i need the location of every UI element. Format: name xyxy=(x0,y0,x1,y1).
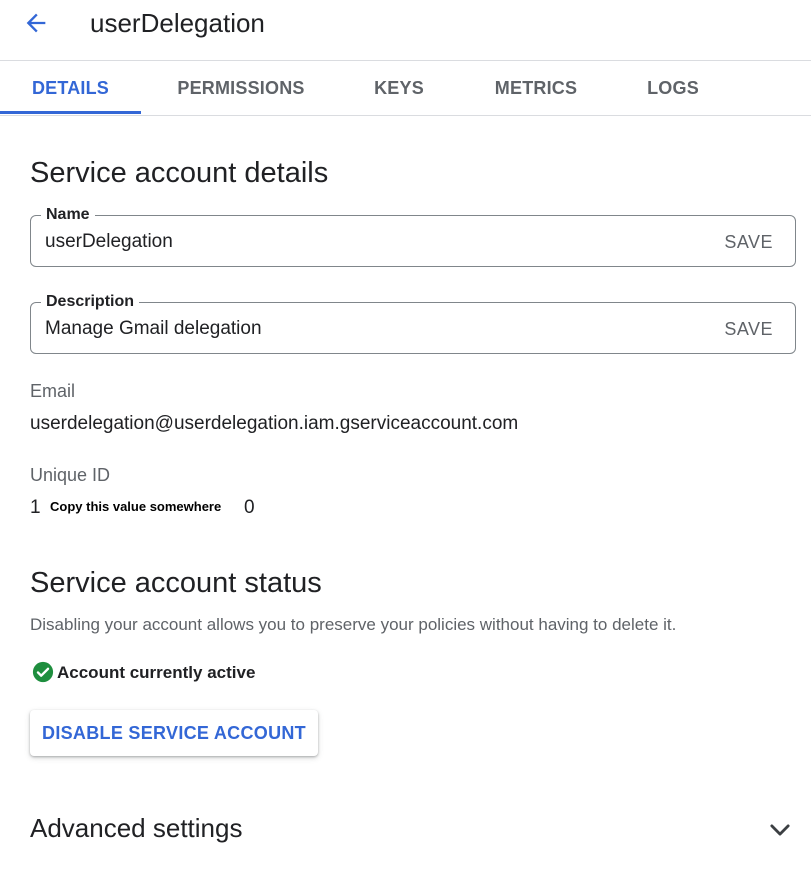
disable-service-account-button[interactable]: DISABLE SERVICE ACCOUNT xyxy=(30,710,318,756)
name-field: Name SAVE xyxy=(30,206,796,267)
tab-logs[interactable]: LOGS xyxy=(615,61,731,115)
description-field: Description SAVE xyxy=(30,293,796,354)
status-description: Disabling your account allows you to pre… xyxy=(30,615,677,634)
page-title: userDelegation xyxy=(90,8,265,38)
status-heading: Service account status xyxy=(30,567,322,599)
description-input[interactable] xyxy=(45,318,685,340)
advanced-settings-title: Advanced settings xyxy=(30,813,243,843)
name-save-button[interactable]: SAVE xyxy=(724,232,773,252)
check-circle-icon xyxy=(32,661,54,683)
unique-id-end: 0 xyxy=(244,497,255,518)
active-tab-indicator xyxy=(0,111,141,114)
description-field-label: Description xyxy=(41,293,140,311)
tab-bar: DETAILS PERMISSIONS KEYS METRICS LOGS xyxy=(0,61,811,116)
tab-metrics[interactable]: METRICS xyxy=(457,61,615,115)
details-heading: Service account details xyxy=(30,157,329,189)
arrow-back-icon[interactable] xyxy=(22,9,50,37)
email-label: Email xyxy=(30,381,76,401)
unique-id-start: 1 xyxy=(30,497,41,518)
tab-permissions[interactable]: PERMISSIONS xyxy=(141,61,341,115)
description-save-button[interactable]: SAVE xyxy=(724,319,773,339)
chevron-down-icon[interactable] xyxy=(766,816,794,844)
email-value: userdelegation@userdelegation.iam.gservi… xyxy=(30,413,519,434)
status-text: Account currently active xyxy=(57,663,256,682)
advanced-settings-toggle[interactable]: Advanced settings xyxy=(0,800,811,860)
page-header: userDelegation xyxy=(0,0,811,61)
unique-id-annotation: Copy this value somewhere xyxy=(50,499,222,515)
name-field-label: Name xyxy=(41,206,95,224)
tab-details[interactable]: DETAILS xyxy=(0,61,141,115)
unique-id-label: Unique ID xyxy=(30,465,111,485)
name-input[interactable] xyxy=(45,231,685,253)
tab-keys[interactable]: KEYS xyxy=(341,61,457,115)
